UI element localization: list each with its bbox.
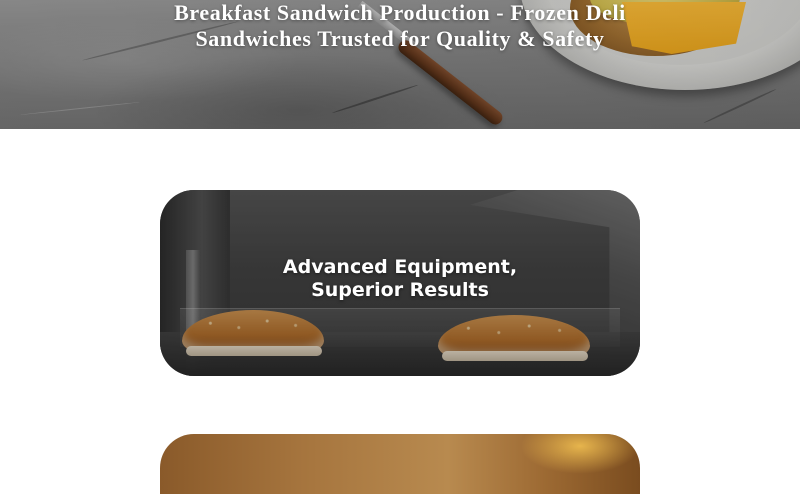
hero-title-line-2: Sandwiches Trusted for Quality & Safety [195, 26, 605, 51]
feature-card-equipment[interactable]: Advanced Equipment, Superior Results [160, 190, 640, 376]
hero-title: Breakfast Sandwich Production - Frozen D… [0, 0, 800, 52]
hero-banner: Breakfast Sandwich Production - Frozen D… [0, 0, 800, 129]
feature-title-line-2: Superior Results [311, 279, 489, 301]
feature-card-next[interactable] [160, 434, 640, 494]
next-card-image-glow [520, 434, 640, 474]
feature-title-line-1: Advanced Equipment, [282, 256, 518, 278]
feature-card-title: Advanced Equipment, Superior Results [160, 256, 640, 302]
hero-title-line-1: Breakfast Sandwich Production - Frozen D… [174, 0, 626, 25]
